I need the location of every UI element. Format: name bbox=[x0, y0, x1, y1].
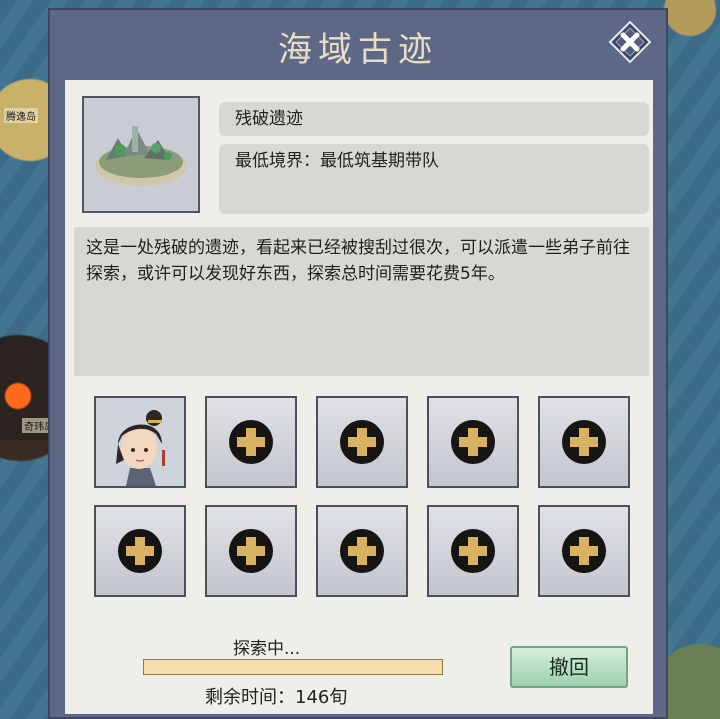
dialog-title: 海域古迹 bbox=[278, 30, 438, 70]
progress-fill bbox=[144, 660, 442, 674]
disciple-slot-9[interactable] bbox=[427, 505, 519, 597]
map-label-island-1[interactable]: 腾逸岛 bbox=[4, 108, 38, 123]
add-disciple-icon bbox=[118, 529, 162, 573]
disciple-avatar bbox=[96, 398, 184, 486]
disciple-slot-4[interactable] bbox=[427, 396, 519, 488]
add-disciple-icon bbox=[562, 420, 606, 464]
remaining-time: 剩余时间：146旬 bbox=[205, 687, 348, 708]
add-disciple-icon bbox=[229, 529, 273, 573]
close-icon bbox=[608, 20, 652, 64]
ruins-island-icon bbox=[95, 126, 187, 186]
disciple-slot-3[interactable] bbox=[316, 396, 408, 488]
exploration-progress-bar bbox=[143, 659, 443, 675]
disciple-slot-8[interactable] bbox=[316, 505, 408, 597]
ancient-site-dialog: 海域古迹 残破遗迹 最低境界：最低筑基期带队 这是一处残破的遗迹，看起来已经被搜… bbox=[48, 8, 668, 719]
add-disciple-icon bbox=[451, 529, 495, 573]
dialog-content: 残破遗迹 最低境界：最低筑基期带队 这是一处残破的遗迹，看起来已经被搜刮过很次，… bbox=[65, 80, 653, 714]
disciple-slot-6[interactable] bbox=[94, 505, 186, 597]
add-disciple-icon bbox=[451, 420, 495, 464]
add-disciple-icon bbox=[562, 529, 606, 573]
disciple-slot-7[interactable] bbox=[205, 505, 297, 597]
disciple-slot-5[interactable] bbox=[538, 396, 630, 488]
add-disciple-icon bbox=[340, 529, 384, 573]
site-image bbox=[82, 96, 200, 213]
site-name-field: 残破遗迹 bbox=[219, 102, 649, 136]
disciple-slot-2[interactable] bbox=[205, 396, 297, 488]
add-disciple-icon bbox=[340, 420, 384, 464]
exploration-status: 探索中... bbox=[233, 639, 301, 659]
requirement-field: 最低境界：最低筑基期带队 bbox=[219, 144, 649, 214]
add-disciple-icon bbox=[229, 420, 273, 464]
close-button[interactable] bbox=[608, 20, 652, 64]
disciple-slot-10[interactable] bbox=[538, 505, 630, 597]
withdraw-button[interactable]: 撤回 bbox=[510, 646, 628, 688]
disciple-slot-1[interactable] bbox=[94, 396, 186, 488]
site-description: 这是一处残破的遗迹，看起来已经被搜刮过很次，可以派遣一些弟子前往探索，或许可以发… bbox=[74, 227, 649, 376]
